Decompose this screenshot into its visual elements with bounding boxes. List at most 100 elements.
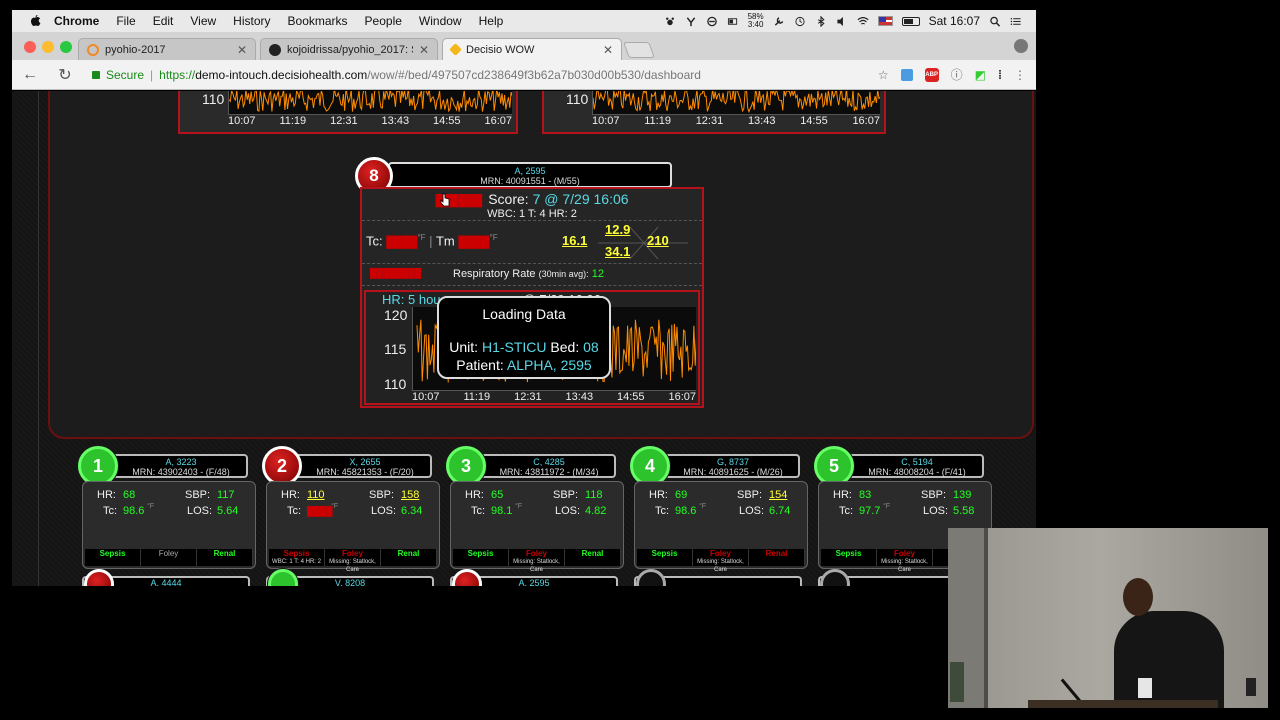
los-value[interactable]: 5.64 [217,505,238,517]
flag-foley[interactable]: Foley Missing: Statlock, Care [509,549,565,573]
sbp-value[interactable]: 139 [953,489,971,501]
flag-renal[interactable]: Renal [565,549,621,566]
fork-icon[interactable] [685,16,697,27]
menu-window[interactable]: Window [419,14,462,28]
clock[interactable]: Sat 16:07 [929,14,980,28]
window-zoom-button[interactable] [60,41,72,53]
bed-number-badge[interactable]: 3 [446,446,486,486]
tab-pyohio[interactable]: pyohio-2017 ✕ [78,38,256,60]
bed8-header[interactable]: A, 2595 MRN: 40091551 - (M/55) [388,162,672,188]
hr-value[interactable]: 68 [123,489,135,501]
lab-wbc[interactable]: 16.1 [562,233,587,248]
los-value[interactable]: 6.74 [769,505,790,517]
window-minimize-button[interactable] [42,41,54,53]
cast-icon[interactable]: ⁞ [998,68,1002,82]
menu-history[interactable]: History [233,14,270,28]
patient-tile[interactable]: G, 8737 MRN: 40891625 - (M/26) 4 HR: 69 SBP: 1… [630,446,808,573]
menu-file[interactable]: File [116,14,135,28]
timemachine-icon[interactable] [794,16,806,27]
tc-value[interactable]: 98.1 [491,505,512,517]
bed-number-badge[interactable]: 1 [78,446,118,486]
wifi-icon[interactable] [857,16,869,27]
menu-view[interactable]: View [190,14,216,28]
flag-foley[interactable]: Foley [141,549,197,566]
sbp-value[interactable]: 118 [585,489,603,501]
adblock-icon[interactable]: ABP [924,67,939,82]
los-value[interactable]: 5.58 [953,505,974,517]
flag-renal[interactable]: Renal [749,549,805,566]
notification-center-icon[interactable] [1010,16,1022,27]
extension-icon[interactable] [900,68,913,81]
wrench-icon[interactable] [773,16,785,27]
block-icon[interactable] [706,16,718,27]
lab-plt[interactable]: 210 [647,233,669,248]
new-tab-button[interactable] [623,42,655,58]
tc-value[interactable]: 98.6 [123,505,144,517]
hr-value[interactable]: 65 [491,489,503,501]
back-arrow-icon[interactable]: ← [22,66,38,84]
tab-close-icon[interactable]: ✕ [237,43,247,57]
flag-sepsis[interactable]: Sepsis [821,549,877,566]
menu-people[interactable]: People [365,14,402,28]
battery-icon[interactable] [901,16,920,26]
hr-value[interactable]: 83 [859,489,871,501]
top-chart-right[interactable]: 110 10:07 11:19 12:31 13:43 14:55 16:07 [542,91,886,134]
bluetooth-icon[interactable] [815,15,827,27]
bed-number-badge[interactable]: 4 [630,446,670,486]
bed-number-badge[interactable]: 2 [262,446,302,486]
lab-hct[interactable]: 34.1 [605,244,630,259]
battery-status-icon[interactable] [727,16,739,27]
flag-foley[interactable]: Foley Missing: Statlock, Care [325,549,381,573]
flag-sepsis[interactable]: Sepsis [637,549,693,566]
tab-decisio[interactable]: Decisio WOW ✕ [442,38,622,60]
tab-close-icon[interactable]: ✕ [419,43,429,57]
volume-icon[interactable] [836,16,848,27]
menu-help[interactable]: Help [479,14,504,28]
tm-value[interactable]: ████ [458,236,489,248]
url-field[interactable]: https://demo-intouch.decisiohealth.com/w… [159,68,701,82]
tc-value[interactable]: 97.7 [859,505,880,517]
hr-value[interactable]: 110 [307,489,325,501]
flag-foley[interactable]: Foley Missing: Statlock, Care [877,549,933,573]
flag-sepsis[interactable]: Sepsis [85,549,141,566]
tc-value[interactable]: ████ [307,506,333,516]
sbp-value[interactable]: 158 [401,489,419,501]
los-value[interactable]: 6.34 [401,505,422,517]
resp-alert[interactable]: ████████ [370,268,421,278]
reload-icon[interactable]: ↻ [58,65,72,85]
patient-tile[interactable]: X, 2655 MRN: 45821353 - (F/20) 2 HR: 110 SBP:… [262,446,440,573]
patient-tile[interactable]: A, 3223 MRN: 43902403 - (F/48) 1 HR: 68 SBP: 1… [78,446,256,572]
bed-number-badge[interactable]: 5 [814,446,854,486]
patient-tile[interactable]: C, 4285 MRN: 43811972 - (M/34) 3 HR: 65 SBP: 1… [446,446,624,573]
patient-mrn: MRN: 45821353 - (F/20) [316,467,414,477]
sbp-value[interactable]: 117 [217,489,235,501]
tab-close-icon[interactable]: ✕ [603,43,613,57]
security-indicator[interactable]: Secure [92,68,144,82]
menu-app-name[interactable]: Chrome [54,14,99,28]
flag-renal[interactable]: Renal [381,549,437,566]
spotlight-search-icon[interactable] [989,16,1001,27]
extension-puzzle-icon[interactable]: ◩ [975,68,986,82]
flag-foley[interactable]: Foley Missing: Statlock, Care [693,549,749,573]
tab-github[interactable]: kojoidrissa/pyohio_2017: Slid ✕ [260,38,438,60]
flag-renal[interactable]: Renal [197,549,253,566]
flag-sepsis[interactable]: Sepsis [453,549,509,566]
profile-icon[interactable] [1014,39,1028,53]
menu-kebab-icon[interactable]: ⋮ [1014,68,1026,82]
us-flag-icon[interactable] [877,16,893,26]
los-value[interactable]: 4.82 [585,505,606,517]
window-close-button[interactable] [24,41,36,53]
sbp-value[interactable]: 154 [769,489,787,501]
hr-value[interactable]: 69 [675,489,687,501]
menu-bookmarks[interactable]: Bookmarks [288,14,348,28]
lab-hgb[interactable]: 12.9 [605,222,630,237]
menu-edit[interactable]: Edit [153,14,174,28]
flag-sepsis[interactable]: Sepsis WBC: 1 T: 4 HR: 2 [269,549,325,566]
bookmark-star-icon[interactable]: ☆ [878,68,889,82]
tc-value[interactable]: 98.6 [675,505,696,517]
tc-value[interactable]: ████ [386,236,417,248]
info-icon[interactable]: ⓘ [951,66,963,83]
apple-icon[interactable] [28,14,42,28]
top-chart-left[interactable]: 110 10:07 11:19 12:31 13:43 14:55 16:07 [178,91,518,134]
paw-icon[interactable] [664,16,676,27]
